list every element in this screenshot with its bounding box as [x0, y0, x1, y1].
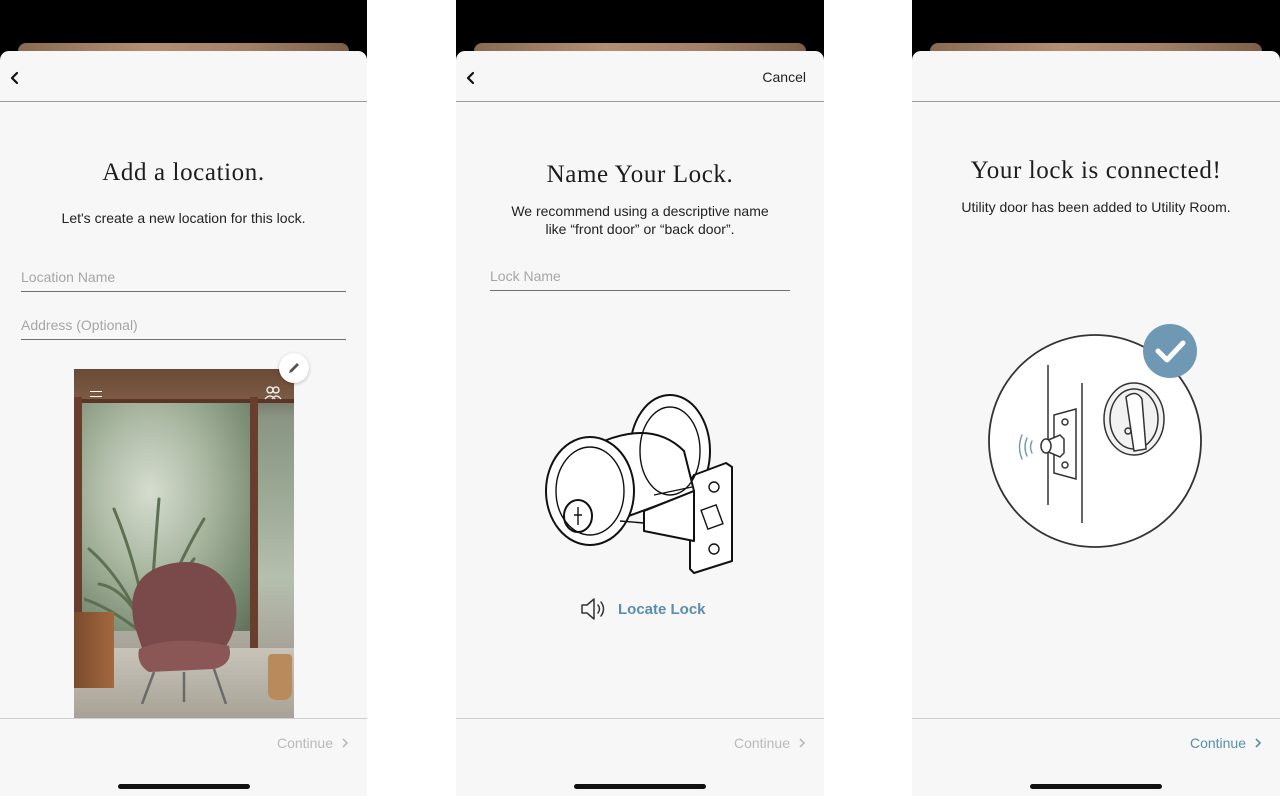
- photo-side-table: [74, 612, 114, 688]
- photo-planter: [268, 654, 292, 700]
- home-indicator: [574, 784, 706, 789]
- nav-bar: [912, 51, 1280, 102]
- footer: Continue: [0, 718, 367, 796]
- sheet: Your lock is connected! Utility door has…: [912, 51, 1280, 796]
- nav-bar: [0, 51, 367, 102]
- home-indicator: [1030, 784, 1162, 789]
- home-indicator: [117, 784, 250, 789]
- lock-name-field[interactable]: [490, 257, 790, 291]
- lock-name-input[interactable]: [490, 257, 790, 290]
- sheet: Cancel Name Your Lock. We recommend usin…: [456, 51, 824, 796]
- page-title: Add a location.: [102, 159, 265, 186]
- speaker-icon: [581, 598, 605, 620]
- location-photo[interactable]: [74, 369, 294, 718]
- back-button[interactable]: [462, 68, 482, 88]
- sheet: Add a location. Let's create a new locat…: [0, 51, 367, 796]
- chevron-right-icon: [1255, 738, 1262, 748]
- page-title: Your lock is connected!: [970, 157, 1222, 184]
- locate-lock-button[interactable]: Locate Lock: [580, 597, 706, 621]
- page-subtitle: Let's create a new location for this loc…: [61, 210, 306, 226]
- connected-lock-illustration: [988, 324, 1202, 548]
- cancel-button[interactable]: Cancel: [762, 69, 806, 85]
- continue-label: Continue: [733, 735, 790, 751]
- continue-label: Continue: [276, 735, 333, 751]
- back-arrow-icon: [10, 71, 19, 85]
- footer: Continue: [912, 718, 1280, 796]
- page-subtitle: Utility door has been added to Utility R…: [961, 199, 1231, 215]
- address-field[interactable]: [21, 306, 346, 340]
- continue-button[interactable]: Continue: [277, 735, 349, 751]
- location-name-input[interactable]: [21, 258, 346, 291]
- location-name-field[interactable]: [21, 258, 346, 292]
- photo-ceiling: [74, 369, 294, 399]
- page-title: Name Your Lock.: [546, 161, 734, 188]
- screen-add-location: Add a location. Let's create a new locat…: [0, 0, 367, 796]
- photo-chair: [132, 562, 237, 704]
- nav-bar: Cancel: [456, 51, 824, 102]
- continue-label: Continue: [1189, 735, 1246, 751]
- page-subtitle: We recommend using a descriptive name li…: [511, 203, 769, 237]
- checkmark-badge: [1143, 324, 1197, 378]
- pencil-icon: [289, 363, 299, 373]
- edit-photo-button[interactable]: [279, 353, 309, 383]
- menu-icon[interactable]: [90, 391, 102, 397]
- screen-lock-connected: Your lock is connected! Utility door has…: [912, 0, 1280, 796]
- users-icon[interactable]: [264, 385, 282, 401]
- screen-name-lock: Cancel Name Your Lock. We recommend usin…: [456, 0, 824, 796]
- deadbolt-illustration: [545, 394, 733, 574]
- back-button[interactable]: [6, 68, 26, 88]
- footer: Continue: [456, 718, 824, 796]
- chevron-right-icon: [799, 738, 806, 748]
- continue-button[interactable]: Continue: [1190, 735, 1262, 751]
- chevron-right-icon: [342, 738, 349, 748]
- locate-lock-label: Locate Lock: [618, 600, 706, 618]
- back-arrow-icon: [466, 71, 475, 85]
- continue-button[interactable]: Continue: [734, 735, 806, 751]
- address-input[interactable]: [21, 306, 346, 339]
